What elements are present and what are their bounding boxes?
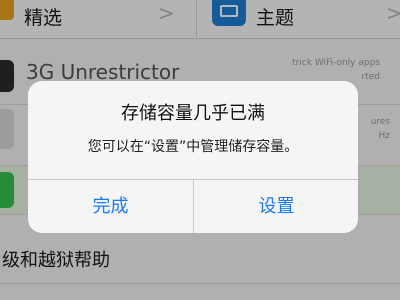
done-button[interactable]: 完成 bbox=[28, 180, 193, 233]
storage-alert-dialog: 存储容量几乎已满 您可以在“设置”中管理储存容量。 完成 设置 bbox=[28, 81, 358, 233]
alert-title: 存储容量几乎已满 bbox=[121, 103, 265, 124]
alert-message: 您可以在“设置”中管理储存容量。 bbox=[87, 139, 299, 155]
settings-button[interactable]: 设置 bbox=[194, 180, 358, 233]
